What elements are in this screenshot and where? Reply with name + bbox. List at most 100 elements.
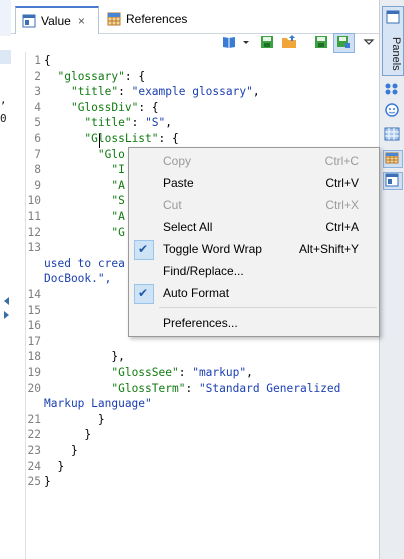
json-punctuation bbox=[44, 116, 84, 129]
json-key: "glossary" bbox=[57, 69, 125, 83]
properties-icon[interactable] bbox=[384, 82, 400, 96]
wrapped-code-line: Markup Language" bbox=[44, 397, 152, 410]
json-punctuation bbox=[44, 132, 84, 145]
view-menu-chevron-icon[interactable] bbox=[363, 34, 375, 50]
menu-item-paste[interactable]: Paste Ctrl+V bbox=[129, 172, 379, 194]
code-line: "A bbox=[44, 179, 124, 192]
json-key: "title" bbox=[70, 85, 119, 99]
menu-item-label: Auto Format bbox=[163, 286, 230, 300]
expand-arrow-icon[interactable] bbox=[4, 311, 9, 319]
menu-item-find-replace[interactable]: Find/Replace... bbox=[129, 260, 379, 282]
json-punctuation: : { bbox=[124, 69, 146, 83]
menu-item-copy[interactable]: Copy Ctrl+C bbox=[129, 150, 379, 172]
json-key: "S bbox=[111, 194, 125, 208]
line-number: 9 bbox=[34, 178, 41, 192]
code-line: "I bbox=[44, 163, 124, 176]
json-punctuation: } bbox=[44, 428, 92, 442]
tab-value[interactable]: Value × bbox=[15, 6, 99, 34]
line-number: 7 bbox=[34, 147, 41, 161]
image-viewer-icon[interactable] bbox=[384, 127, 400, 141]
json-punctuation bbox=[44, 366, 111, 379]
check-icon: ✔ bbox=[134, 284, 154, 304]
menu-item-label: Preferences... bbox=[163, 316, 238, 330]
json-punctuation: } bbox=[44, 444, 78, 457]
adjacent-view-text: 0 bbox=[0, 112, 7, 125]
code-line: "GlossList": { bbox=[44, 132, 178, 145]
code-line: } bbox=[44, 413, 105, 426]
code-line: "title": "example glossary", bbox=[44, 85, 260, 98]
value-view-icon[interactable] bbox=[383, 172, 403, 190]
auto-save-toggle-icon[interactable] bbox=[333, 33, 355, 53]
json-punctuation: , bbox=[246, 366, 253, 379]
collapse-arrow-icon[interactable] bbox=[4, 297, 9, 305]
tab-bar-filler bbox=[209, 6, 379, 32]
json-string: "Standard Generalized bbox=[198, 381, 341, 395]
json-key: "GlossTerm" bbox=[111, 381, 186, 395]
json-key: "GlossList" bbox=[84, 132, 159, 145]
menu-item-preferences[interactable]: Preferences... bbox=[129, 312, 379, 334]
tab-references-label: References bbox=[126, 12, 188, 26]
code-line: "S bbox=[44, 194, 125, 208]
code-line: "GlossDiv": { bbox=[44, 101, 159, 114]
line-number: 16 bbox=[27, 319, 41, 333]
tab-bar: Value × References bbox=[11, 0, 379, 34]
line-number: 1 bbox=[34, 54, 41, 67]
line-number: 23 bbox=[27, 444, 41, 457]
code-line: "GlossTerm": "Standard Generalized bbox=[44, 382, 340, 395]
menu-item-shortcut: Ctrl+X bbox=[325, 198, 359, 212]
menu-item-toggle-word-wrap[interactable]: ✔ Toggle Word Wrap Alt+Shift+Y bbox=[129, 238, 379, 260]
open-folder-icon[interactable] bbox=[281, 34, 297, 50]
smiley-icon[interactable] bbox=[384, 103, 400, 117]
line-number: 4 bbox=[34, 100, 41, 114]
menu-item-select-all[interactable]: Select All Ctrl+A bbox=[129, 216, 379, 238]
json-string: DocBook.", bbox=[44, 272, 112, 286]
close-icon[interactable]: × bbox=[78, 14, 85, 28]
chevron-down-icon[interactable] bbox=[241, 34, 251, 50]
code-line: "A bbox=[44, 210, 124, 223]
references-tab-icon bbox=[107, 12, 121, 26]
menu-item-shortcut: Ctrl+V bbox=[325, 176, 359, 190]
line-number: 10 bbox=[27, 194, 41, 208]
right-trim-stack: Panels bbox=[379, 0, 404, 559]
menu-item-label: Copy bbox=[163, 154, 192, 168]
json-punctuation bbox=[44, 179, 111, 192]
menu-item-auto-format[interactable]: ✔ Auto Format bbox=[129, 282, 379, 304]
checkmark-glyph: ✔ bbox=[138, 286, 149, 300]
line-number: 24 bbox=[27, 459, 41, 473]
context-menu: Copy Ctrl+C Paste Ctrl+V Cut Ctrl+X Select All… bbox=[128, 147, 380, 337]
json-string: "markup" bbox=[192, 366, 247, 379]
json-string: used to crea bbox=[44, 256, 125, 270]
json-string: "S" bbox=[145, 116, 166, 130]
line-number: 6 bbox=[34, 132, 41, 145]
json-punctuation bbox=[44, 148, 98, 161]
json-punctuation: : { bbox=[138, 100, 159, 114]
editor-toolbar bbox=[11, 33, 379, 53]
tab-value-label: Value bbox=[41, 14, 71, 28]
line-number: 5 bbox=[34, 116, 41, 130]
save-icon[interactable] bbox=[259, 34, 275, 50]
check-icon: ✔ bbox=[134, 240, 154, 260]
menu-item-cut[interactable]: Cut Ctrl+X bbox=[129, 194, 379, 216]
json-key: "Glo bbox=[97, 147, 125, 161]
json-punctuation: : bbox=[185, 381, 199, 395]
tab-references[interactable]: References bbox=[101, 7, 201, 31]
panels-button[interactable]: Panels bbox=[382, 6, 404, 76]
json-punctuation bbox=[44, 70, 57, 83]
menu-item-shortcut: Ctrl+A bbox=[325, 220, 359, 234]
menu-item-label: Paste bbox=[163, 176, 194, 190]
references-view-icon[interactable] bbox=[383, 150, 403, 168]
json-punctuation: } bbox=[44, 412, 105, 426]
adjacent-view-header bbox=[0, 0, 11, 36]
menu-separator bbox=[159, 307, 377, 308]
line-number: 19 bbox=[27, 366, 41, 379]
menu-item-shortcut: Alt+Shift+Y bbox=[298, 242, 359, 256]
code-line: }, bbox=[44, 350, 124, 363]
code-line: "Glo bbox=[44, 148, 125, 161]
line-number: 22 bbox=[27, 428, 41, 442]
wrapped-code-line: used to crea bbox=[44, 257, 125, 270]
book-icon[interactable] bbox=[221, 34, 237, 50]
text-caret bbox=[99, 134, 100, 148]
json-punctuation bbox=[44, 194, 111, 207]
save-to-file-icon[interactable] bbox=[313, 34, 329, 50]
json-punctuation: { bbox=[44, 54, 51, 67]
